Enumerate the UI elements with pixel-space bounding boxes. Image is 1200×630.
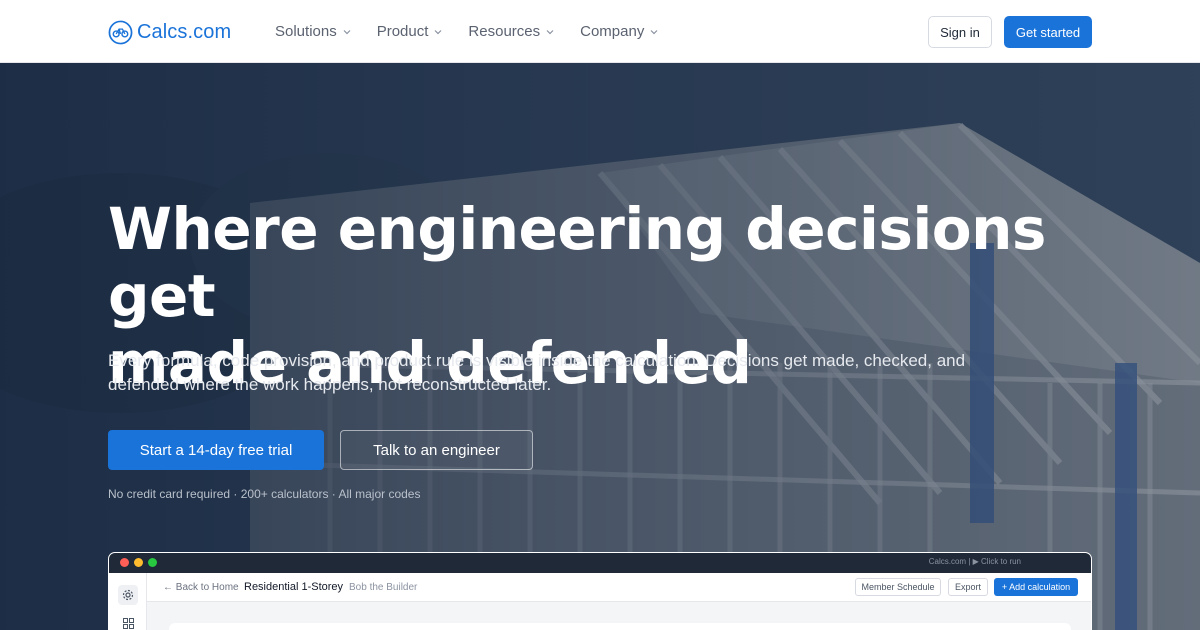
get-started-button[interactable]: Get started xyxy=(1004,16,1092,48)
app-sidebar xyxy=(109,573,147,630)
menu-item-label: Resources xyxy=(468,23,541,40)
menu-item-company[interactable]: Company xyxy=(580,23,658,40)
chevron-down-icon xyxy=(434,29,442,34)
window-label[interactable]: Calcs.com | ▶ Click to run xyxy=(929,557,1021,566)
chevron-down-icon xyxy=(546,29,554,34)
grid-icon[interactable] xyxy=(118,613,138,630)
talk-to-engineer-button[interactable]: Talk to an engineer xyxy=(340,430,533,470)
menu-item-label: Company xyxy=(580,23,645,40)
menu-item-product[interactable]: Product xyxy=(377,23,443,40)
settings-icon[interactable] xyxy=(118,585,138,605)
top-nav: Calcs.com Solutions Product Resources Co… xyxy=(0,0,1200,63)
close-window-dot xyxy=(120,558,129,567)
add-calculation-button[interactable]: + Add calculation xyxy=(994,578,1078,596)
menu-item-resources[interactable]: Resources xyxy=(468,23,554,40)
calculation-card xyxy=(169,623,1071,630)
app-preview-window: Calcs.com | ▶ Click to run ← Back to Hom… xyxy=(108,552,1092,630)
app-titlebar: Calcs.com | ▶ Click to run xyxy=(109,553,1091,573)
maximize-window-dot xyxy=(148,558,157,567)
back-to-home-link[interactable]: ← Back to Home xyxy=(163,582,239,593)
app-toolbar: ← Back to Home Residential 1-Storey Bob … xyxy=(147,573,1091,602)
menu-item-label: Solutions xyxy=(275,23,337,40)
hero-section: Where engineering decisions get made and… xyxy=(0,63,1200,630)
app-body: ← Back to Home Residential 1-Storey Bob … xyxy=(109,573,1091,630)
project-name: Residential 1-Storey xyxy=(244,581,344,593)
logo-text: Calcs.com xyxy=(137,20,232,43)
main-menu: Solutions Product Resources Company xyxy=(275,0,684,63)
hero-subtitle: Every formula, code provision, and produ… xyxy=(108,351,966,394)
export-button[interactable]: Export xyxy=(948,578,988,596)
start-free-trial-button[interactable]: Start a 14-day free trial xyxy=(108,430,324,470)
sign-in-button[interactable]: Sign in xyxy=(928,16,992,48)
menu-item-solutions[interactable]: Solutions xyxy=(275,23,351,40)
menu-item-label: Product xyxy=(376,23,429,40)
bicycle-logo-icon xyxy=(108,20,133,44)
project-owner: Bob the Builder xyxy=(349,582,418,593)
minimize-window-dot xyxy=(134,558,143,567)
chevron-down-icon xyxy=(343,29,351,34)
chevron-down-icon xyxy=(650,29,658,34)
hero-title-line-1: Where engineering decisions get xyxy=(108,195,1046,330)
logo[interactable]: Calcs.com xyxy=(108,19,231,45)
hero-fineprint: No credit card required · 200+ calculato… xyxy=(108,487,421,501)
member-schedule-button[interactable]: Member Schedule xyxy=(855,578,941,596)
